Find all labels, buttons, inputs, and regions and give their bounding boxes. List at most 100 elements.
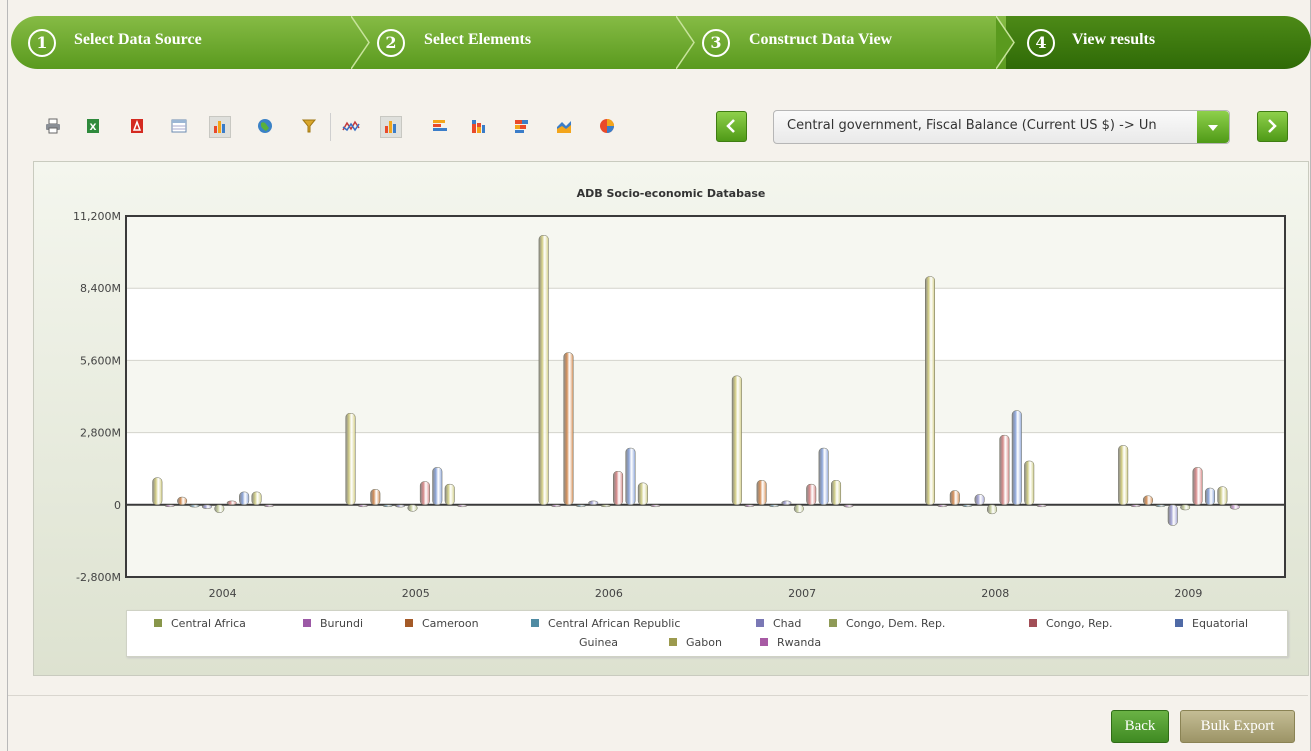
bar-congo-dem-rep- xyxy=(600,504,611,508)
bar-chad xyxy=(395,504,406,508)
legend-swatch xyxy=(669,638,677,646)
bar-central-african-republic xyxy=(575,504,586,508)
bar-central-africa xyxy=(538,235,549,506)
legend-label: Guinea xyxy=(579,636,618,649)
bar-chad xyxy=(781,500,792,506)
pie-chart-icon[interactable] xyxy=(597,117,617,137)
plot-band xyxy=(126,504,1285,577)
x-tick-label: 2008 xyxy=(981,587,1009,600)
area-chart-icon[interactable] xyxy=(554,117,574,137)
bar-congo-rep- xyxy=(806,483,817,506)
table-view-icon[interactable] xyxy=(169,117,189,137)
legend-label: Equatorial xyxy=(1192,617,1248,630)
bulk-export-button[interactable]: Bulk Export xyxy=(1180,710,1295,743)
bar-central-africa xyxy=(925,276,935,506)
legend-label: Congo, Rep. xyxy=(1046,617,1112,630)
bar-central-african-republic xyxy=(769,504,780,508)
bar-cameroon xyxy=(177,496,188,506)
bar-central-africa xyxy=(731,375,742,506)
toolbar-separator xyxy=(330,113,331,141)
bar-gabon xyxy=(831,480,842,506)
bar-congo-rep- xyxy=(1192,467,1203,506)
y-tick-label: 5,600M xyxy=(80,354,121,367)
back-button[interactable]: Back xyxy=(1111,710,1169,743)
y-tick-label: 8,400M xyxy=(80,282,121,295)
filter-icon[interactable] xyxy=(299,117,319,137)
bar-congo-dem-rep- xyxy=(793,504,804,513)
wizard-step-3[interactable]: 3 Construct Data View xyxy=(686,16,1016,69)
indicator-select-value: Central government, Fiscal Balance (Curr… xyxy=(787,118,1157,133)
bar-central-african-republic xyxy=(1155,504,1166,508)
bar-chad xyxy=(1167,504,1178,526)
legend-swatch xyxy=(303,619,311,627)
legend-swatch xyxy=(760,638,768,646)
plot-band xyxy=(126,288,1285,361)
bar-equatorial-guinea xyxy=(625,447,636,506)
bar-rwanda xyxy=(263,504,274,508)
legend-swatch xyxy=(1175,619,1183,627)
step-number: 3 xyxy=(702,29,730,57)
stacked-bar-icon[interactable] xyxy=(512,117,532,137)
bar-burundi xyxy=(551,504,562,508)
step-label: Construct Data View xyxy=(749,31,893,48)
wizard-steps: 1 Select Data Source 2 Select Elements 3… xyxy=(11,16,1311,69)
chevron-down-icon[interactable] xyxy=(1197,111,1229,143)
bar-congo-dem-rep- xyxy=(987,504,997,515)
pdf-export-icon[interactable] xyxy=(127,117,147,137)
wizard-step-1[interactable]: 1 Select Data Source xyxy=(11,16,371,69)
bar-rwanda xyxy=(843,504,854,508)
bar-gabon xyxy=(1024,460,1035,506)
legend-swatch xyxy=(531,619,539,627)
bar-rwanda xyxy=(457,504,468,508)
bar-gabon xyxy=(444,483,455,506)
step-number: 2 xyxy=(377,29,405,57)
plot-band xyxy=(126,432,1285,505)
indicator-select[interactable]: Central government, Fiscal Balance (Curr… xyxy=(773,110,1230,144)
bar-burundi xyxy=(1130,504,1141,508)
chevron-right-icon xyxy=(1268,119,1277,133)
bar-equatorial-guinea xyxy=(1011,410,1022,506)
x-tick-label: 2005 xyxy=(402,587,430,600)
excel-export-icon[interactable]: X xyxy=(83,117,103,137)
print-icon[interactable] xyxy=(43,117,63,137)
chart-view-icon[interactable] xyxy=(209,116,231,138)
bar-rwanda xyxy=(650,504,661,508)
legend-label: Gabon xyxy=(686,636,722,649)
legend-label: Burundi xyxy=(320,617,363,630)
divider xyxy=(8,695,1308,696)
plot-band xyxy=(126,360,1285,433)
bar-burundi xyxy=(744,504,755,508)
bar-chad xyxy=(201,504,212,509)
column-chart-icon[interactable] xyxy=(380,116,402,138)
bar-gabon xyxy=(1217,486,1228,506)
bar-equatorial-guinea xyxy=(818,447,829,506)
bar-congo-dem-rep- xyxy=(407,504,418,512)
wizard-step-2[interactable]: 2 Select Elements xyxy=(361,16,696,69)
bar-burundi xyxy=(357,504,368,508)
x-tick-label: 2004 xyxy=(209,587,237,600)
bar-cameroon xyxy=(756,480,767,506)
legend-label: Central Africa xyxy=(171,617,246,630)
line-chart-icon[interactable] xyxy=(341,117,361,137)
svg-text:X: X xyxy=(90,123,97,133)
bar-chart-icon[interactable] xyxy=(430,117,450,137)
bar-congo-rep- xyxy=(419,481,430,506)
previous-indicator-button[interactable] xyxy=(716,111,747,142)
bar-chad xyxy=(974,494,985,506)
map-view-icon[interactable] xyxy=(255,117,275,137)
bar-central-african-republic xyxy=(962,504,973,508)
bar-cameroon xyxy=(370,489,381,506)
bar-equatorial-guinea xyxy=(1204,487,1215,506)
bar-central-african-republic xyxy=(189,504,200,508)
next-indicator-button[interactable] xyxy=(1257,111,1288,142)
y-tick-label: 11,200M xyxy=(73,210,121,223)
bar-rwanda xyxy=(1036,504,1047,508)
bar-burundi xyxy=(164,504,175,508)
bar-gabon xyxy=(251,491,262,506)
wizard-step-4[interactable]: 4 View results xyxy=(1006,16,1311,69)
x-tick-label: 2007 xyxy=(788,587,816,600)
legend-swatch xyxy=(756,619,764,627)
stacked-column-icon[interactable] xyxy=(468,117,488,137)
legend-label: Chad xyxy=(773,617,801,630)
bar-central-africa xyxy=(345,413,356,506)
